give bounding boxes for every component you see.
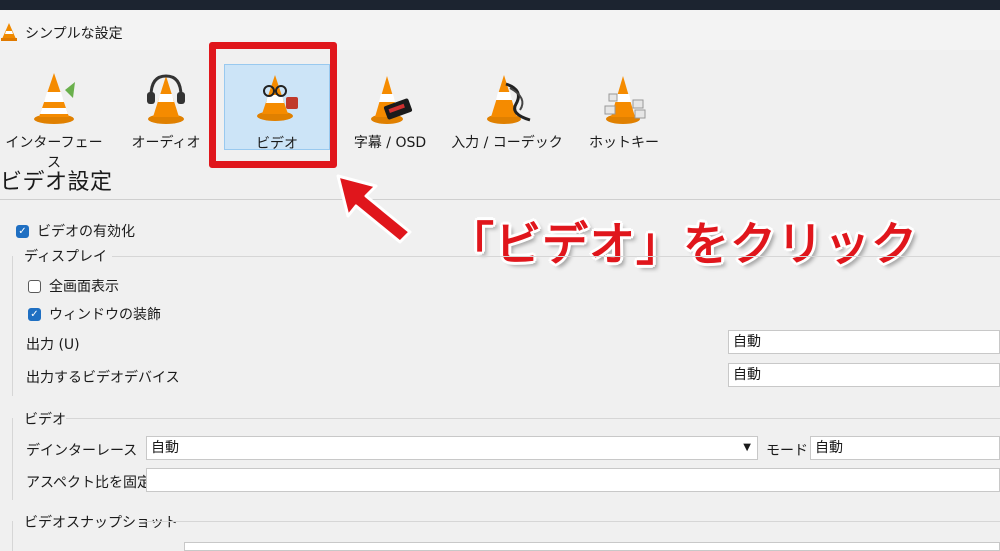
pointer-arrow-icon xyxy=(336,174,412,244)
snapshot-directory-input[interactable] xyxy=(184,542,1000,551)
group-divider xyxy=(66,418,1000,419)
os-top-bar xyxy=(0,0,1000,10)
category-label: オーディオ xyxy=(131,135,201,151)
subtitle-cone-icon xyxy=(371,76,413,124)
snapshot-group-label: ビデオスナップショット xyxy=(24,515,178,531)
output-device-label: 出力するビデオデバイス xyxy=(26,370,180,386)
group-divider xyxy=(144,521,1000,522)
title-divider xyxy=(0,199,1000,200)
deinterlace-value: 自動 xyxy=(151,440,179,456)
headphones-cone-icon xyxy=(147,74,185,124)
output-select[interactable]: 自動 xyxy=(728,330,1000,354)
vlc-cone-icon xyxy=(34,73,75,124)
chevron-down-icon: ▼ xyxy=(743,442,751,453)
video-enable-label: ビデオの有効化 xyxy=(37,224,135,240)
category-label: 字幕 / OSD xyxy=(353,135,427,151)
output-label: 出力 (U) xyxy=(26,337,80,353)
fullscreen-checkbox[interactable]: 全画面表示 xyxy=(28,276,119,296)
window-decoration-label: ウィンドウの装飾 xyxy=(49,307,161,323)
fullscreen-label: 全画面表示 xyxy=(49,279,119,295)
category-label: ホットキー xyxy=(589,135,659,151)
vlc-app-icon xyxy=(1,23,17,41)
group-border xyxy=(12,256,13,396)
window-title: シンプルな設定 xyxy=(25,26,123,42)
section-title: ビデオ設定 xyxy=(0,170,113,195)
category-input-codec[interactable]: 入力 / コーデック xyxy=(450,60,564,152)
mode-select[interactable]: 自動 xyxy=(810,436,1000,460)
deinterlace-select[interactable]: 自動 ▼ xyxy=(146,436,758,460)
window-decoration-checkbox[interactable]: ✓ ウィンドウの装飾 xyxy=(28,304,161,324)
checkbox-unchecked-icon xyxy=(28,279,41,293)
video-group-label: ビデオ xyxy=(24,412,66,428)
deinterlace-label: デインターレース xyxy=(26,443,138,459)
group-divider xyxy=(112,256,1000,257)
video-enable-checkbox[interactable]: ✓ ビデオの有効化 xyxy=(16,221,135,241)
aspect-ratio-label: アスペクト比を固定 xyxy=(26,475,152,491)
output-device-select[interactable]: 自動 xyxy=(728,363,1000,387)
title-bar xyxy=(0,10,1000,50)
cable-cone-icon xyxy=(487,75,531,124)
category-label: 入力 / コーデック xyxy=(451,135,563,151)
category-audio[interactable]: オーディオ xyxy=(122,60,210,152)
category-interface[interactable]: インターフェース xyxy=(0,60,108,171)
keyboard-cone-icon xyxy=(604,76,646,124)
mode-label: モード xyxy=(766,443,808,459)
category-hotkeys[interactable]: ホットキー xyxy=(582,60,666,152)
group-border xyxy=(12,418,13,500)
annotation-text: 「ビデオ」をクリック xyxy=(448,217,918,271)
aspect-ratio-input[interactable] xyxy=(146,468,1000,492)
display-group-label: ディスプレイ xyxy=(24,249,108,265)
checkbox-checked-icon: ✓ xyxy=(28,307,41,321)
category-subtitles[interactable]: 字幕 / OSD xyxy=(344,60,436,152)
checkbox-checked-icon: ✓ xyxy=(16,224,29,238)
highlight-box xyxy=(209,42,337,168)
group-border xyxy=(12,521,13,551)
